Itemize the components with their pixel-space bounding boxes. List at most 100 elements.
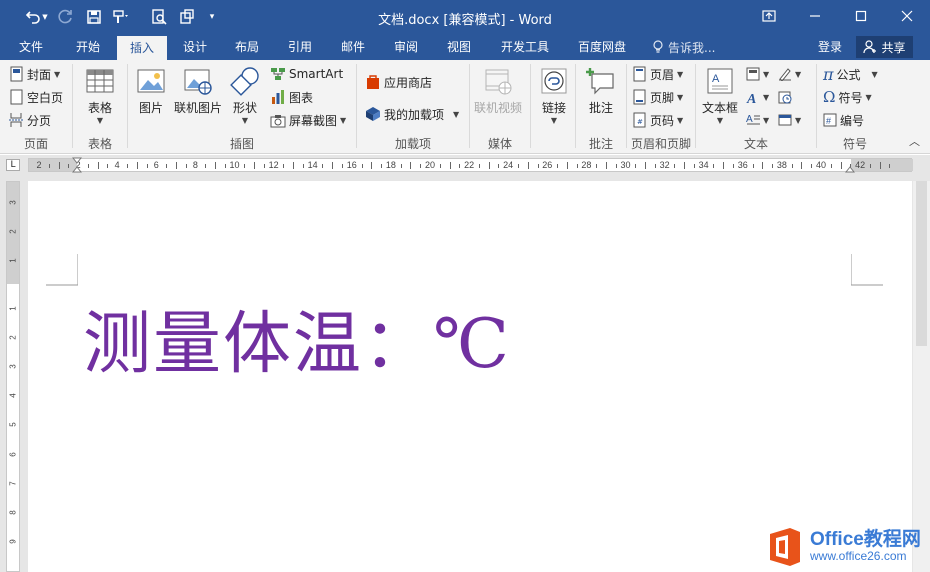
right-indent-marker[interactable] — [845, 155, 855, 175]
quick-parts-button[interactable]: ▼ — [746, 64, 769, 84]
ruler-tick — [537, 164, 539, 168]
ruler-tick — [566, 162, 568, 169]
first-line-indent-marker[interactable] — [72, 155, 82, 175]
footer-button[interactable]: 页脚 ▼ — [633, 87, 683, 107]
login-button[interactable]: 登录 — [818, 34, 842, 60]
tab-references[interactable]: 引用 — [277, 34, 323, 60]
ruler-tick — [361, 164, 363, 168]
group-comments: 批注 批注 — [576, 60, 626, 154]
screenshot-button[interactable]: 屏幕截图 ▼ — [270, 110, 346, 130]
document-text[interactable]: 测量体温：℃ — [83, 305, 511, 385]
link-button[interactable]: 链接 ▼ — [539, 66, 569, 125]
document-page[interactable]: 测量体温：℃ — [28, 181, 912, 572]
signature-line-icon — [779, 68, 791, 81]
save-icon[interactable] — [83, 6, 105, 28]
ruler-number: 22 — [464, 160, 475, 170]
group-addins-label: 加载项 — [394, 137, 431, 151]
undo-dropdown-icon[interactable]: ▼ — [40, 6, 50, 28]
object-button[interactable]: ▼ — [778, 110, 801, 130]
tab-baidu-netdisk[interactable]: 百度网盘 — [570, 34, 634, 60]
margin-corner-top-left — [46, 254, 78, 286]
ruler-strip[interactable]: 2 2 4 6 8 10 12 14 16 18 20 22 24 26 28 30 32 34 36 38 40 42 — [28, 158, 913, 172]
collapse-ribbon-icon[interactable]: ︿ — [909, 133, 920, 149]
signature-line-button[interactable]: ▼ — [778, 64, 801, 84]
group-illustrations-label: 插图 — [229, 137, 254, 151]
watermark: Office教程网 www.office26.com — [766, 521, 930, 572]
equation-button[interactable]: π 公式 ▼ — [823, 64, 878, 84]
ruler-number: 24 — [503, 160, 514, 170]
tab-file[interactable]: 文件 — [8, 34, 54, 60]
shapes-button[interactable]: 形状 ▼ — [230, 66, 260, 125]
title-bar: ▼ ▾ 文档.docx [兼容模式] - Word — [0, 0, 930, 34]
blank-page-icon — [10, 89, 23, 105]
document-canvas: 测量体温：℃ — [22, 175, 930, 572]
ruler-number: 40 — [815, 160, 827, 170]
new-comment-button[interactable]: 批注 — [586, 66, 616, 116]
page-break-button[interactable]: 分页 — [8, 110, 51, 130]
format-painter-icon[interactable] — [110, 6, 132, 28]
group-media: 联机视频 媒体 — [470, 60, 530, 154]
share-button[interactable]: 共享 — [856, 36, 913, 58]
ruler-tick — [175, 162, 177, 169]
ruler-tick — [478, 164, 480, 168]
tab-developer[interactable]: 开发工具 — [494, 34, 556, 60]
share-label: 共享 — [881, 40, 906, 55]
ruler-number: 18 — [385, 160, 396, 170]
ruler-number: 26 — [542, 160, 553, 170]
chart-button[interactable]: 图表 — [270, 87, 313, 107]
ruler-tick — [635, 164, 637, 168]
ruler-number: 34 — [698, 160, 709, 170]
tab-view[interactable]: 视图 — [436, 34, 482, 60]
tab-review[interactable]: 审阅 — [383, 34, 429, 60]
group-text: A 文本框 ▼ ▼ A ▼ A ▼ ▼ ▼ 文本 — [696, 60, 816, 154]
table-button[interactable]: 表格 ▼ — [85, 66, 115, 125]
vertical-ruler-number: 1 — [8, 305, 18, 311]
ruler-tick — [214, 162, 216, 169]
blank-page-button[interactable]: 空白页 — [10, 87, 63, 107]
tell-me-search[interactable]: 告诉我... — [652, 38, 715, 56]
date-time-button[interactable] — [778, 87, 792, 107]
print-preview-icon[interactable] — [148, 6, 170, 28]
office-store-button[interactable]: 应用商店 — [365, 72, 432, 92]
ruler-tick — [811, 164, 813, 168]
redo-icon[interactable] — [54, 6, 76, 28]
drop-cap-icon: A — [746, 114, 760, 125]
minimize-button[interactable] — [792, 0, 838, 32]
vertical-ruler-number: 3 — [8, 364, 18, 369]
vertical-ruler-strip[interactable]: 3 2 1 1 2 3 4 5 6 7 8 9 — [6, 181, 20, 572]
drop-cap-button[interactable]: A ▼ — [746, 110, 769, 130]
tab-stop-selector[interactable]: L — [6, 159, 20, 171]
cover-page-button[interactable]: 封面 ▼ — [10, 64, 60, 84]
ruler-tick — [97, 162, 99, 169]
smartart-button[interactable]: SmartArt — [270, 64, 343, 84]
group-text-label: 文本 — [743, 137, 768, 151]
wordart-button[interactable]: A ▼ — [746, 87, 769, 107]
header-button[interactable]: 页眉 ▼ — [633, 64, 683, 84]
ribbon-display-options-icon[interactable] — [746, 0, 792, 32]
tab-layout[interactable]: 布局 — [224, 34, 270, 60]
office-logo-icon — [770, 527, 800, 566]
symbol-button[interactable]: Ω 符号 ▼ — [823, 87, 872, 107]
tab-insert[interactable]: 插入 — [117, 36, 167, 60]
tab-home[interactable]: 开始 — [64, 34, 112, 60]
tab-design[interactable]: 设计 — [172, 34, 218, 60]
chart-icon — [272, 90, 284, 104]
touch-mode-icon[interactable] — [176, 6, 198, 28]
picture-button[interactable]: 图片 — [136, 66, 166, 116]
close-button[interactable] — [884, 0, 930, 32]
page-number-button[interactable]: # 页码 ▼ — [633, 110, 683, 130]
online-picture-button[interactable]: 联机图片 — [174, 66, 222, 116]
my-addins-icon — [366, 107, 380, 121]
online-video-button[interactable]: 联机视频 — [474, 66, 522, 116]
my-addins-button[interactable]: 我的加载项 ▼ — [365, 104, 459, 124]
vertical-scrollbar[interactable] — [913, 181, 930, 572]
customize-qat-icon[interactable]: ▾ — [204, 6, 220, 28]
ruler-tick — [263, 164, 265, 168]
ruler-tick — [420, 164, 422, 168]
scrollbar-thumb[interactable] — [916, 181, 927, 346]
maximize-button[interactable] — [838, 0, 884, 32]
textbox-button[interactable]: A 文本框 ▼ — [702, 66, 738, 125]
tab-mailings[interactable]: 邮件 — [330, 34, 376, 60]
numbering-button[interactable]: # 编号 — [823, 110, 864, 130]
ruler-tick — [332, 162, 334, 169]
